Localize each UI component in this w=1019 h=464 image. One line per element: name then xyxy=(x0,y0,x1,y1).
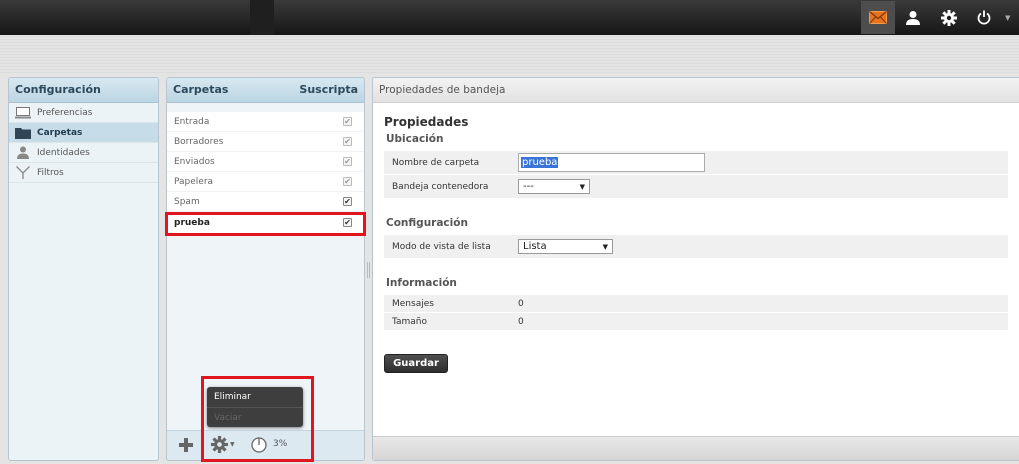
chevron-down-icon: ▼ xyxy=(602,242,608,251)
settings-item-filters[interactable]: Filtros xyxy=(9,163,158,183)
parent-folder-label: Bandeja contenedora xyxy=(392,181,489,192)
size-row: Tamaño 0 xyxy=(384,313,1008,331)
folders-title: Carpetas xyxy=(173,83,229,96)
save-button[interactable]: Guardar xyxy=(384,354,448,373)
settings-item-label: Identidades xyxy=(37,147,90,158)
folder-row-spam[interactable]: Spam ✔ xyxy=(167,192,364,212)
subscribe-checkbox[interactable]: ✔ xyxy=(343,218,352,227)
folder-icon xyxy=(15,126,31,140)
folder-name-label: Nombre de carpeta xyxy=(392,157,480,168)
add-folder-button[interactable] xyxy=(179,438,193,455)
settings-item-identities[interactable]: Identidades xyxy=(9,143,158,163)
folders-panel: Carpetas Suscripta Entrada ✔ Borradores … xyxy=(166,77,365,461)
folder-name-input[interactable]: prueba xyxy=(518,153,705,172)
mail-icon xyxy=(869,11,887,24)
subscribe-checkbox: ✔ xyxy=(343,116,352,126)
delete-folder-menu-item[interactable]: Eliminar xyxy=(207,387,303,407)
topbar-stripe xyxy=(250,0,274,35)
quota-percent: 3% xyxy=(273,439,288,449)
folder-name: Spam xyxy=(174,196,200,207)
subscribe-checkbox: ✔ xyxy=(343,156,352,166)
empty-folder-menu-item: Vaciar xyxy=(214,413,242,423)
size-label: Tamaño xyxy=(392,316,428,327)
chevron-down-icon[interactable]: ▼ xyxy=(1005,14,1010,22)
subscribe-checkbox[interactable]: ✔ xyxy=(343,197,352,206)
view-mode-row: Modo de vista de lista Lista ▼ xyxy=(384,235,1008,259)
folder-actions-menu: Eliminar Vaciar xyxy=(207,387,303,427)
properties-header-title: Propiedades de bandeja xyxy=(379,84,506,96)
folder-properties-panel: Propiedades de bandeja Propiedades Ubica… xyxy=(372,77,1019,461)
chevron-down-icon: ▼ xyxy=(230,441,235,448)
folder-row-trash[interactable]: Papelera ✔ xyxy=(167,172,364,192)
settings-panel: Configuración Preferencias Carpetas Iden… xyxy=(8,77,159,461)
size-value: 0 xyxy=(518,316,524,327)
subscribe-checkbox: ✔ xyxy=(343,136,352,146)
user-icon xyxy=(906,10,920,25)
folder-actions-button[interactable]: ▼ xyxy=(211,436,235,453)
view-mode-value: Lista xyxy=(523,241,547,252)
settings-title: Configuración xyxy=(15,83,101,96)
person-icon xyxy=(15,146,31,160)
subscribe-checkbox: ✔ xyxy=(343,176,352,186)
settings-item-label: Filtros xyxy=(37,167,64,178)
properties-title: Propiedades xyxy=(384,115,469,129)
folder-name-value: prueba xyxy=(521,157,559,168)
settings-item-preferences[interactable]: Preferencias xyxy=(9,103,158,123)
panel-splitter-handle[interactable] xyxy=(367,262,370,278)
location-section-title: Ubicación xyxy=(386,133,444,145)
power-icon xyxy=(977,10,991,25)
folder-row-drafts[interactable]: Borradores ✔ xyxy=(167,132,364,152)
settings-item-folders[interactable]: Carpetas xyxy=(9,123,158,143)
config-section-title: Configuración xyxy=(386,217,468,229)
folder-name: prueba xyxy=(174,217,210,228)
folders-footer: ▼ 3% xyxy=(167,430,364,460)
parent-folder-select[interactable]: --- ▼ xyxy=(518,179,590,194)
properties-footer xyxy=(373,436,1019,460)
parent-folder-row: Bandeja contenedora --- ▼ xyxy=(384,175,1008,199)
info-section-title: Información xyxy=(386,277,457,289)
settings-item-label: Carpetas xyxy=(37,127,83,138)
settings-panel-header: Configuración xyxy=(9,78,158,103)
view-mode-label: Modo de vista de lista xyxy=(392,241,491,252)
folder-row-sent[interactable]: Enviados ✔ xyxy=(167,152,364,172)
filter-icon xyxy=(15,166,31,180)
view-mode-select[interactable]: Lista ▼ xyxy=(518,239,613,254)
folder-name: Borradores xyxy=(174,136,224,147)
folder-row-inbox[interactable]: Entrada ✔ xyxy=(167,112,364,132)
top-bar: ▼ xyxy=(0,0,1019,35)
folder-name-row: Nombre de carpeta prueba xyxy=(384,151,1008,175)
contacts-button[interactable] xyxy=(896,1,930,34)
gear-icon xyxy=(941,9,957,26)
settings-item-label: Preferencias xyxy=(37,107,93,118)
messages-row: Mensajes 0 xyxy=(384,295,1008,313)
properties-panel-header: Propiedades de bandeja xyxy=(373,78,1019,103)
folder-name: Papelera xyxy=(174,176,214,187)
settings-button[interactable] xyxy=(932,1,966,34)
gear-icon xyxy=(211,436,228,453)
folder-list: Entrada ✔ Borradores ✔ Enviados ✔ Papele… xyxy=(167,112,364,234)
folder-row-prueba[interactable]: prueba ✔ xyxy=(167,212,364,234)
chevron-down-icon: ▼ xyxy=(579,182,585,191)
quota-icon xyxy=(251,437,267,456)
mail-button[interactable] xyxy=(861,1,895,34)
monitor-icon xyxy=(15,106,31,120)
folder-name: Entrada xyxy=(174,116,210,127)
folders-panel-header: Carpetas Suscripta xyxy=(167,78,364,103)
folder-name: Enviados xyxy=(174,156,215,167)
properties-form: Propiedades Ubicación Nombre de carpeta … xyxy=(373,103,1019,337)
sub-toolbar xyxy=(0,35,1019,73)
plus-icon xyxy=(179,438,193,452)
parent-folder-value: --- xyxy=(523,181,534,192)
subscribed-column-header: Suscripta xyxy=(299,83,358,96)
logout-button[interactable] xyxy=(967,1,1001,34)
messages-value: 0 xyxy=(518,298,524,309)
messages-label: Mensajes xyxy=(392,298,434,309)
